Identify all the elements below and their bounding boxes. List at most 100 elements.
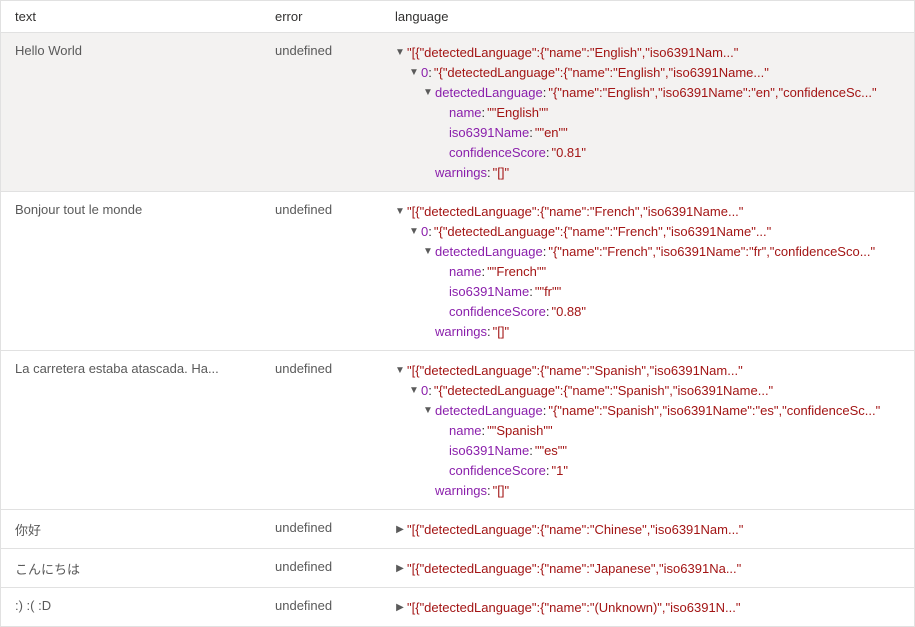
tree-root[interactable]: ▶"[{"detectedLanguage":{"name":"Japanese… — [395, 559, 900, 579]
table-row: La carretera estaba atascada. Ha...undef… — [1, 351, 914, 510]
tree-key: iso6391Name — [449, 123, 529, 143]
tree-node-detectedlanguage[interactable]: ▼detectedLanguage: "{"name":"French","is… — [395, 242, 900, 262]
cell-text: Bonjour tout le monde — [1, 202, 261, 342]
tree-root[interactable]: ▼"[{"detectedLanguage":{"name":"Spanish"… — [395, 361, 900, 381]
expand-caret-icon[interactable]: ▶ — [395, 598, 405, 618]
tree-node-detectedlanguage[interactable]: ▼detectedLanguage: "{"name":"Spanish","i… — [395, 401, 900, 421]
table-row: Hello Worldundefined▼"[{"detectedLanguag… — [1, 33, 914, 192]
tree-root[interactable]: ▼"[{"detectedLanguage":{"name":"French",… — [395, 202, 900, 222]
tree-root[interactable]: ▶"[{"detectedLanguage":{"name":"Chinese"… — [395, 520, 900, 540]
cell-language: ▼"[{"detectedLanguage":{"name":"English"… — [381, 43, 914, 183]
tree-leaf-iso: iso6391Name: ""en"" — [395, 123, 900, 143]
tree-value: "[{"detectedLanguage":{"name":"English",… — [407, 43, 738, 63]
tree-key: confidenceScore — [449, 461, 546, 481]
tree-value: "[]" — [493, 163, 509, 183]
tree-leaf-iso: iso6391Name: ""es"" — [395, 441, 900, 461]
tree-key: detectedLanguage — [435, 242, 543, 262]
table-row: 你好undefined ▶"[{"detectedLanguage":{"name… — [1, 510, 914, 549]
expand-caret-icon[interactable]: ▼ — [423, 401, 433, 421]
cell-text: 你好 — [1, 520, 261, 540]
tree-leaf-conf: confidenceScore: "0.81" — [395, 143, 900, 163]
cell-error: undefined — [261, 202, 381, 342]
tree-leaf-name: name: ""Spanish"" — [395, 421, 900, 441]
table-body: Hello Worldundefined▼"[{"detectedLanguag… — [1, 33, 914, 626]
tree-value: "{"name":"French","iso6391Name":"fr","co… — [548, 242, 875, 262]
expand-caret-icon[interactable]: ▼ — [395, 43, 405, 63]
expand-caret-icon[interactable]: ▼ — [395, 361, 405, 381]
tree-leaf-warnings: warnings: "[]" — [395, 163, 900, 183]
tree-leaf-name: name: ""French"" — [395, 262, 900, 282]
expand-caret-icon[interactable]: ▼ — [409, 222, 419, 242]
table-row: :) :( :Dundefined ▶"[{"detectedLanguage":… — [1, 588, 914, 626]
cell-error: undefined — [261, 559, 381, 579]
table-row: こんにちはundefined ▶"[{"detectedLanguage":{"n… — [1, 549, 914, 588]
cell-text: Hello World — [1, 43, 261, 183]
tree-value: "1" — [551, 461, 567, 481]
tree-key: name — [449, 421, 482, 441]
tree-key: detectedLanguage — [435, 401, 543, 421]
header-error[interactable]: error — [261, 1, 381, 32]
tree-leaf-iso: iso6391Name: ""fr"" — [395, 282, 900, 302]
tree-key: warnings — [435, 322, 487, 342]
table-header-row: text error language — [1, 0, 914, 33]
tree-leaf-conf: confidenceScore: "0.88" — [395, 302, 900, 322]
tree-value: "{"detectedLanguage":{"name":"French","i… — [434, 222, 771, 242]
tree-value: "[{"detectedLanguage":{"name":"Chinese",… — [407, 520, 743, 540]
tree-root[interactable]: ▼"[{"detectedLanguage":{"name":"English"… — [395, 43, 900, 63]
expand-caret-icon[interactable]: ▶ — [395, 559, 405, 579]
cell-language: ▶"[{"detectedLanguage":{"name":"Chinese"… — [381, 520, 914, 540]
tree-leaf-warnings: warnings: "[]" — [395, 481, 900, 501]
tree-value: "{"detectedLanguage":{"name":"Spanish","… — [434, 381, 773, 401]
expand-caret-icon[interactable]: ▼ — [395, 202, 405, 222]
tree-key: confidenceScore — [449, 143, 546, 163]
tree-value: "[{"detectedLanguage":{"name":"(Unknown)… — [407, 598, 741, 618]
cell-text: La carretera estaba atascada. Ha... — [1, 361, 261, 501]
tree-key: 0 — [421, 63, 428, 83]
expand-caret-icon[interactable]: ▶ — [395, 520, 405, 540]
tree-value: "{"name":"Spanish","iso6391Name":"es","c… — [548, 401, 880, 421]
tree-key: confidenceScore — [449, 302, 546, 322]
tree-value: "0.88" — [551, 302, 586, 322]
expand-caret-icon[interactable]: ▼ — [409, 381, 419, 401]
cell-language: ▼"[{"detectedLanguage":{"name":"French",… — [381, 202, 914, 342]
tree-value: ""en"" — [535, 123, 568, 143]
tree-key: detectedLanguage — [435, 83, 543, 103]
cell-text: こんにちは — [1, 559, 261, 579]
tree-value: ""fr"" — [535, 282, 561, 302]
tree-value: "[{"detectedLanguage":{"name":"Spanish",… — [407, 361, 743, 381]
cell-text: :) :( :D — [1, 598, 261, 618]
tree-value: "{"detectedLanguage":{"name":"English","… — [434, 63, 769, 83]
tree-value: "0.81" — [551, 143, 586, 163]
tree-leaf-warnings: warnings: "[]" — [395, 322, 900, 342]
cell-error: undefined — [261, 598, 381, 618]
tree-leaf-name: name: ""English"" — [395, 103, 900, 123]
tree-node-detectedlanguage[interactable]: ▼detectedLanguage: "{"name":"English","i… — [395, 83, 900, 103]
tree-root[interactable]: ▶"[{"detectedLanguage":{"name":"(Unknown… — [395, 598, 900, 618]
tree-value: "[]" — [493, 481, 509, 501]
tree-node-index[interactable]: ▼0: "{"detectedLanguage":{"name":"Englis… — [395, 63, 900, 83]
cell-language: ▶"[{"detectedLanguage":{"name":"Japanese… — [381, 559, 914, 579]
tree-value: "[]" — [493, 322, 509, 342]
tree-key: warnings — [435, 481, 487, 501]
cell-language: ▶"[{"detectedLanguage":{"name":"(Unknown… — [381, 598, 914, 618]
tree-key: iso6391Name — [449, 282, 529, 302]
tree-value: ""English"" — [487, 103, 548, 123]
header-language[interactable]: language — [381, 1, 914, 32]
expand-caret-icon[interactable]: ▼ — [423, 242, 433, 262]
tree-key: 0 — [421, 381, 428, 401]
tree-key: 0 — [421, 222, 428, 242]
results-table: text error language Hello Worldundefined… — [0, 0, 915, 627]
tree-key: name — [449, 262, 482, 282]
expand-caret-icon[interactable]: ▼ — [409, 63, 419, 83]
header-text[interactable]: text — [1, 1, 261, 32]
tree-key: name — [449, 103, 482, 123]
cell-error: undefined — [261, 520, 381, 540]
table-row: Bonjour tout le mondeundefined▼"[{"detec… — [1, 192, 914, 351]
cell-language: ▼"[{"detectedLanguage":{"name":"Spanish"… — [381, 361, 914, 501]
expand-caret-icon[interactable]: ▼ — [423, 83, 433, 103]
tree-node-index[interactable]: ▼0: "{"detectedLanguage":{"name":"Spanis… — [395, 381, 900, 401]
tree-node-index[interactable]: ▼0: "{"detectedLanguage":{"name":"French… — [395, 222, 900, 242]
tree-leaf-conf: confidenceScore: "1" — [395, 461, 900, 481]
tree-value: ""es"" — [535, 441, 567, 461]
tree-value: "[{"detectedLanguage":{"name":"French","… — [407, 202, 743, 222]
